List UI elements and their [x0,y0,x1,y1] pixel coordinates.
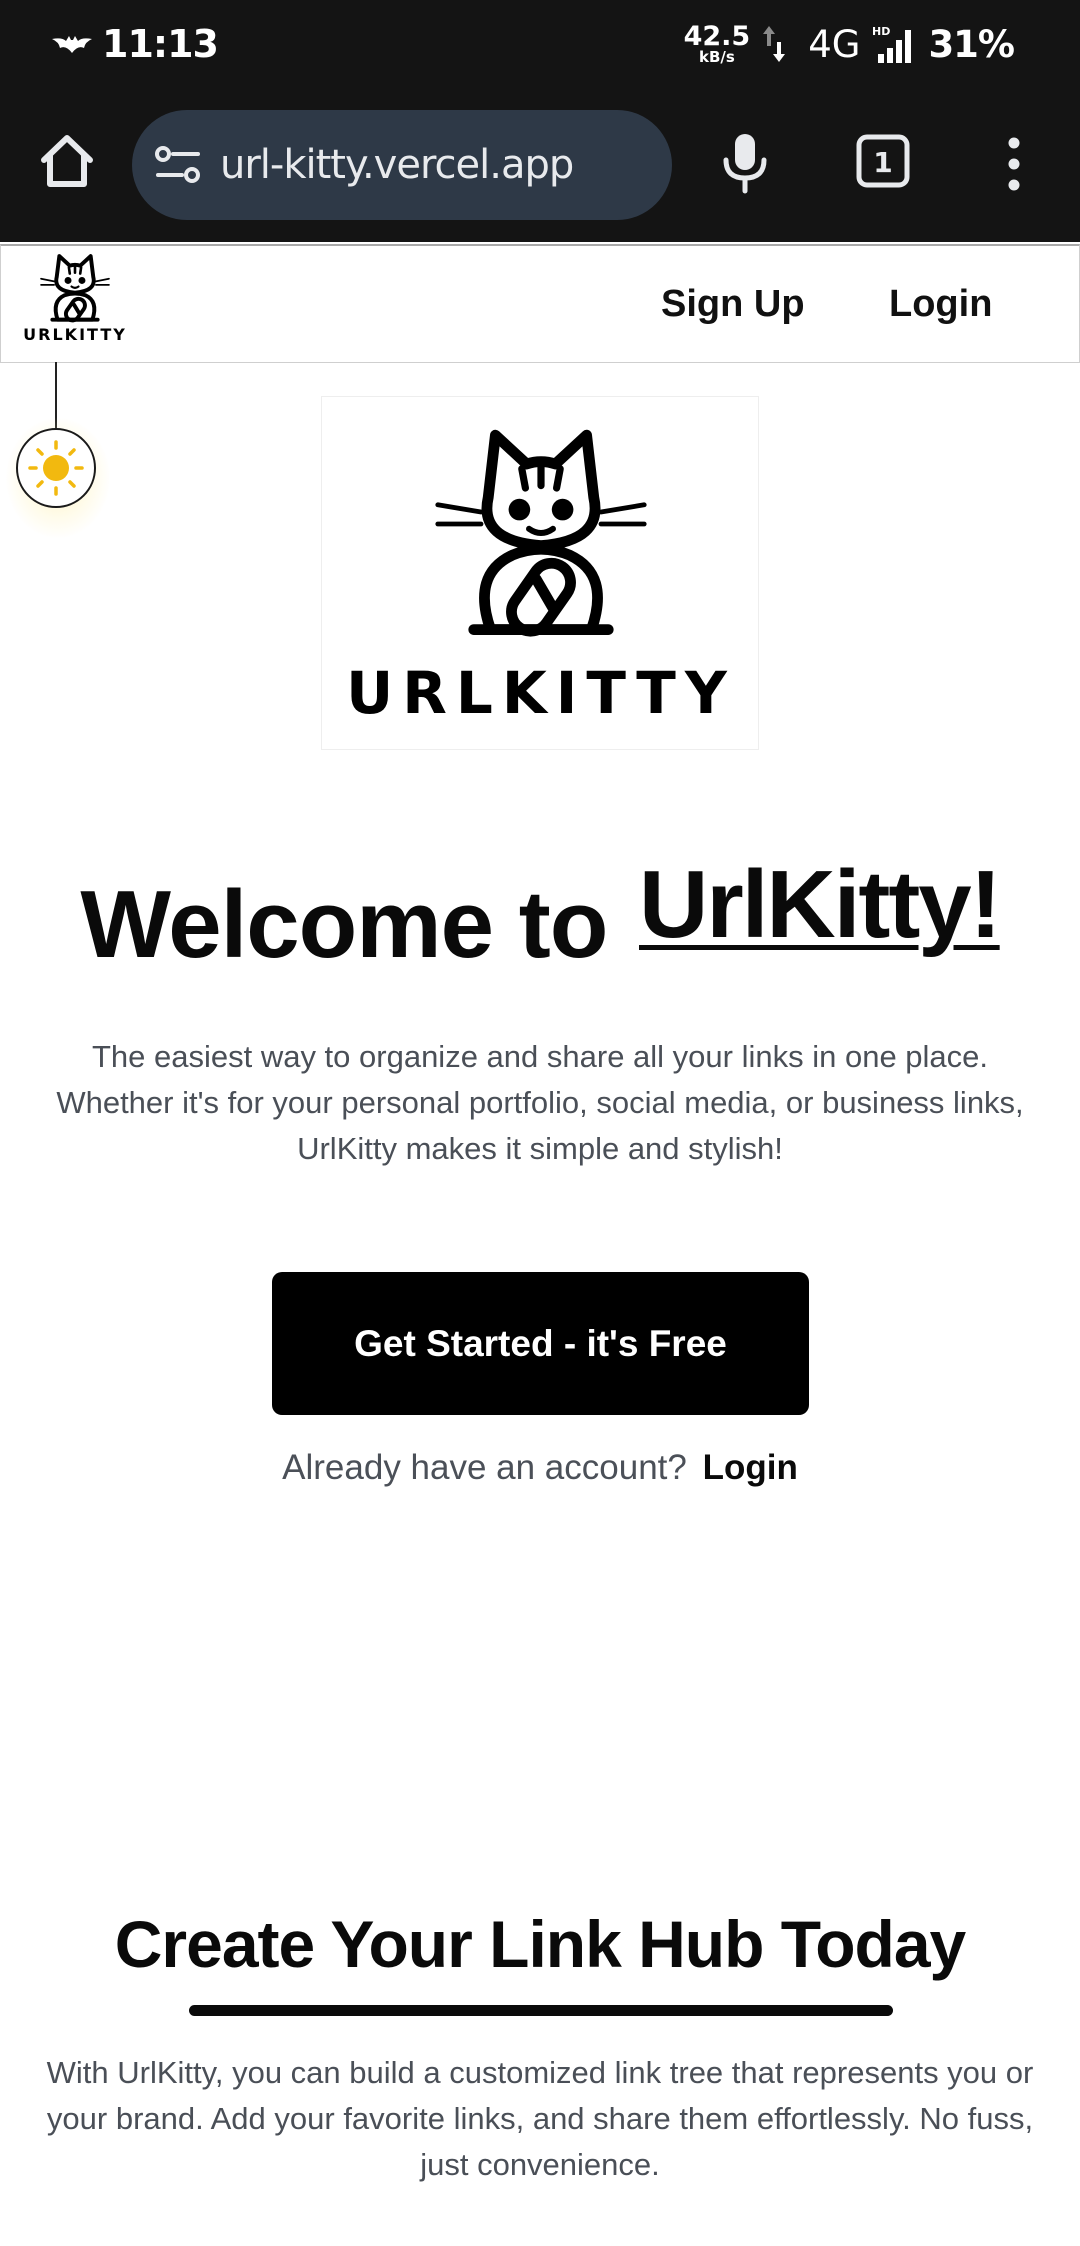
brand-logo[interactable]: URLKITTY [19,250,131,356]
intro-text: The easiest way to organize and share al… [56,1039,1024,1166]
net-speed-value: 42.5 [683,21,751,52]
data-transfer-icon [763,26,786,62]
account-prompt-row: Already have an account? Login [0,1448,1080,1488]
status-bar: 11:13 42.5 kB/s 4G HD 31% [0,0,1080,88]
hero-wordmark: URLKITTY [346,659,736,727]
mic-icon[interactable] [720,132,770,194]
welcome-heading: Welcome to UrlKitty! [0,851,1080,980]
bat-notification-icon [52,36,92,53]
hd-badge: HD [872,25,890,38]
account-prompt: Already have an account? [282,1448,687,1487]
sun-icon [28,440,84,496]
status-time: 11:13 [102,22,219,66]
account-login-link[interactable]: Login [703,1448,798,1487]
home-icon[interactable] [36,130,98,192]
battery-level: 31% [928,22,1015,66]
tab-count: 1 [873,146,892,179]
brand-wordmark: URLKITTY [23,325,127,344]
more-menu-icon[interactable] [996,136,1032,192]
section-title: Create Your Link Hub Today [114,1907,966,1981]
tab-switcher-icon[interactable]: 1 [856,134,910,188]
status-right: 42.5 kB/s 4G HD 31% [684,18,1015,70]
hero-logo: URLKITTY [321,396,759,750]
theme-toggle[interactable] [16,428,96,508]
cat-mascot-icon [435,429,647,637]
browser-toolbar: url-kitty.vercel.app 1 [0,88,1080,242]
net-speed: 42.5 kB/s [684,23,751,65]
url-text[interactable]: url-kitty.vercel.app [220,110,574,220]
status-left: 11:13 [52,18,219,70]
signup-link[interactable]: Sign Up [661,246,805,362]
cat-logo-icon [40,254,110,323]
hd-signal-icon: HD [872,25,912,63]
login-link[interactable]: Login [889,246,992,362]
site-settings-icon[interactable] [154,143,202,187]
section-underline [189,2005,893,2016]
address-bar[interactable]: url-kitty.vercel.app [132,110,672,220]
welcome-prefix: Welcome to [80,871,633,978]
section-text: With UrlKitty, you can build a customize… [46,2055,1034,2182]
site-header: URLKITTY Sign Up Login [0,244,1080,363]
network-type: 4G [808,22,861,66]
welcome-brand: UrlKitty! [639,851,1002,958]
get-started-button[interactable]: Get Started - it's Free [272,1272,809,1415]
net-speed-unit: kB/s [698,48,735,66]
